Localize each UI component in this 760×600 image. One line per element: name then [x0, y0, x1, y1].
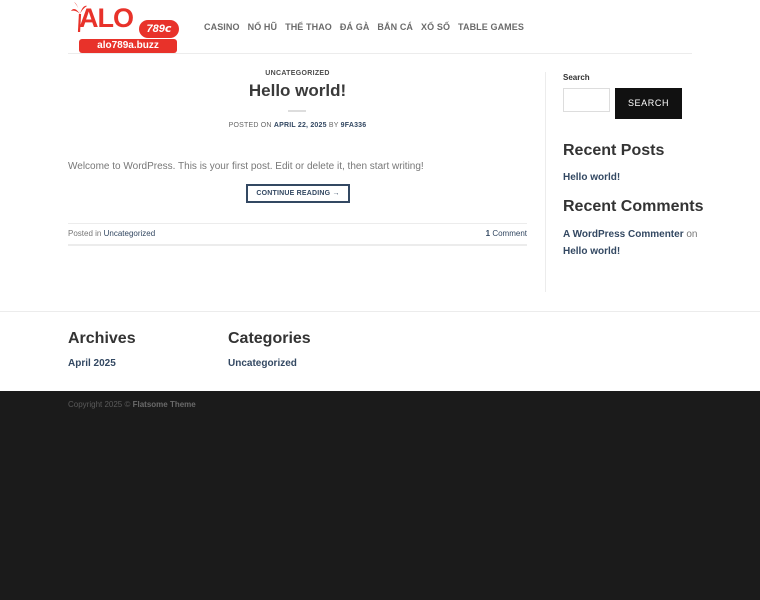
post-excerpt: Welcome to WordPress. This is your first…	[68, 161, 424, 172]
site-logo[interactable]: ALO 789ⅽ alo789a.buzz	[71, 2, 179, 53]
recent-comment-line: A WordPress Commenter on	[563, 229, 698, 240]
nav-item-0[interactable]: CASINO	[204, 21, 240, 33]
nav-item-4[interactable]: BẮN CÁ	[377, 21, 413, 33]
section-divider	[0, 311, 760, 312]
posted-on-label: POSTED ON	[228, 122, 272, 129]
posted-in: Posted in Uncategorized	[68, 229, 155, 238]
archive-link[interactable]: April 2025	[68, 358, 116, 369]
comment-post-link[interactable]: Hello world!	[563, 246, 620, 257]
copyright: Copyright 2025 © Flatsome Theme	[68, 400, 196, 409]
recent-posts-title: Recent Posts	[563, 142, 665, 159]
sidebar-divider	[545, 72, 546, 292]
archives-title: Archives	[68, 330, 136, 347]
post-title[interactable]: Hello world!	[68, 80, 527, 102]
search-button[interactable]: SEARCH	[615, 88, 682, 119]
logo-badge: 789ⅽ	[139, 20, 179, 38]
posted-in-category-link[interactable]: Uncategorized	[104, 229, 156, 238]
search-label: Search	[563, 73, 590, 82]
title-divider	[288, 110, 306, 112]
nav-item-5[interactable]: XỔ SỐ	[421, 21, 450, 33]
nav-item-6[interactable]: TABLE GAMES	[458, 21, 524, 33]
post-date-link[interactable]: APRIL 22, 2025	[274, 122, 327, 129]
logo-url: alo789a.buzz	[79, 39, 177, 53]
logo-wordmark: ALO	[79, 3, 134, 33]
recent-post-link[interactable]: Hello world!	[563, 172, 620, 183]
recent-comments-title: Recent Comments	[563, 198, 704, 215]
categories-title: Categories	[228, 330, 311, 347]
comment-author-link[interactable]: A WordPress Commenter	[563, 229, 684, 240]
nav-item-2[interactable]: THỂ THAO	[285, 21, 332, 33]
by-label: BY	[328, 122, 339, 129]
continue-reading-button[interactable]: CONTINUE READING →	[246, 184, 350, 203]
comments-link[interactable]: 1 Comment	[486, 229, 527, 238]
nav-item-3[interactable]: ĐÁ GÀ	[340, 21, 370, 33]
comments-label: Comment	[492, 229, 527, 238]
post-category[interactable]: UNCATEGORIZED	[68, 70, 527, 77]
main-nav: CASINO NỔ HŨ THỂ THAO ĐÁ GÀ BẮN CÁ XỔ SỐ TABLE…	[204, 21, 532, 33]
category-link[interactable]: Uncategorized	[228, 358, 297, 369]
post-author-link[interactable]: 9FA336	[341, 122, 367, 129]
post-footer: Posted in Uncategorized 1 Comment	[68, 223, 527, 246]
page-body: ALO 789ⅽ alo789a.buzz CASINO NỔ HŨ THỂ THA…	[0, 0, 760, 391]
comment-on-label: on	[686, 229, 698, 240]
posted-in-label: Posted in	[68, 229, 102, 238]
search-input[interactable]	[563, 88, 610, 112]
copyright-text: Copyright 2025 ©	[68, 400, 131, 409]
comments-count: 1	[485, 229, 491, 238]
theme-link[interactable]: Flatsome Theme	[133, 400, 196, 409]
post-meta: POSTED ON APRIL 22, 2025 BY 9FA336	[68, 122, 527, 129]
site-header: ALO 789ⅽ alo789a.buzz CASINO NỔ HŨ THỂ THA…	[68, 0, 692, 54]
nav-item-1[interactable]: NỔ HŨ	[248, 21, 278, 33]
